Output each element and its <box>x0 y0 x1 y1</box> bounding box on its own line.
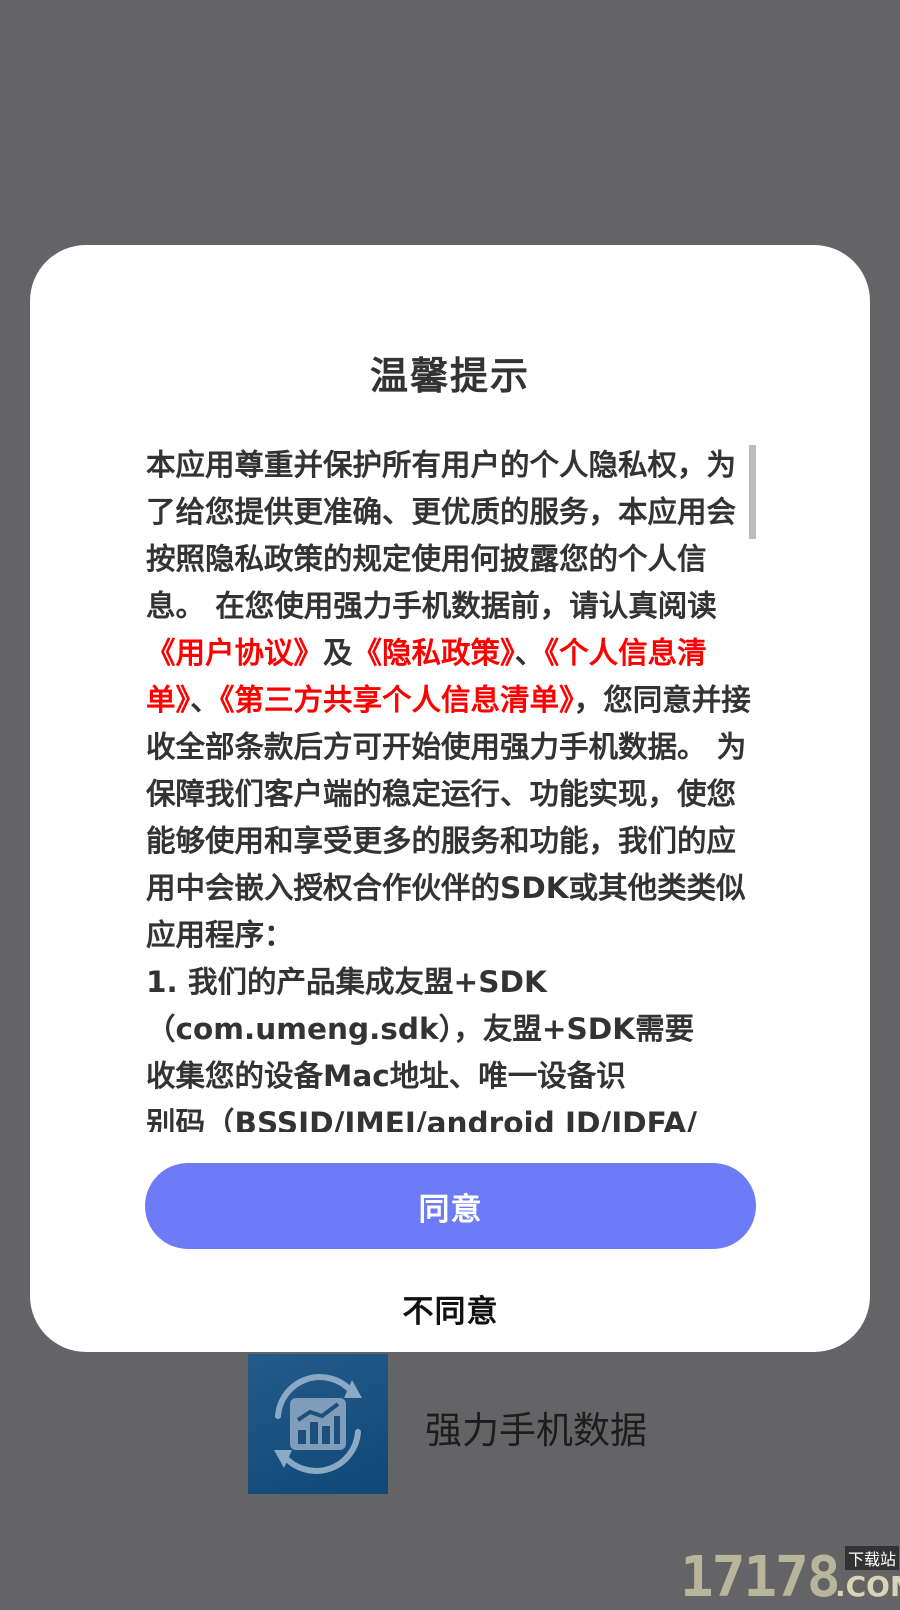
third-party-sharing-list-link[interactable]: 《第三方共享个人信息清单》 <box>220 683 574 717</box>
privacy-text: 本应用尊重并保护所有用户的个人隐私权，为了给您提供更准确、更优质的服务，本应用会… <box>146 442 756 959</box>
and-text: 及 <box>323 636 353 670</box>
user-agreement-link[interactable]: 《用户协议》 <box>146 636 323 670</box>
sdk-item-line: 1. 我们的产品集成友盟+SDK <box>146 965 547 999</box>
privacy-policy-link[interactable]: 《隐私政策》 <box>353 636 515 670</box>
content-scrollbar[interactable] <box>749 445 756 539</box>
separator-text: 、 <box>514 636 545 670</box>
consent-text: ，您同意并接收全部条款后方可开始使用强力手机数据。 为保障我们客户端的稳定运行、… <box>146 683 751 952</box>
agree-button[interactable]: 同意 <box>145 1163 756 1249</box>
chart-refresh-icon <box>274 1374 362 1474</box>
app-name: 强力手机数据 <box>425 1409 647 1452</box>
privacy-dialog: 温馨提示 本应用尊重并保护所有用户的个人隐私权，为了给您提供更准确、更优质的服务… <box>30 245 870 1352</box>
watermark-tag: 下载站 <box>845 1546 900 1570</box>
watermark-logo: 17178 <box>680 1545 841 1610</box>
app-icon <box>248 1354 388 1494</box>
intro-text: 本应用尊重并保护所有用户的个人隐私权，为了给您提供更准确、更优质的服务，本应用会… <box>146 448 737 623</box>
watermark-suffix: .COM <box>835 1570 900 1603</box>
separator-text: 、 <box>190 683 220 717</box>
dialog-title: 温馨提示 <box>369 354 530 398</box>
sdk-item-line: 收集您的设备Mac地址、唯一设备识 <box>146 1059 626 1093</box>
privacy-content[interactable]: 本应用尊重并保护所有用户的个人隐私权，为了给您提供更准确、更优质的服务，本应用会… <box>146 442 756 1132</box>
sdk-item-line: 别码（BSSID/IMEI/android ID/IDFA/ <box>146 1106 698 1132</box>
sdk-item-line: （com.umeng.sdk），友盟+SDK需要 <box>146 1012 695 1046</box>
disagree-button[interactable]: 不同意 <box>145 1275 756 1341</box>
